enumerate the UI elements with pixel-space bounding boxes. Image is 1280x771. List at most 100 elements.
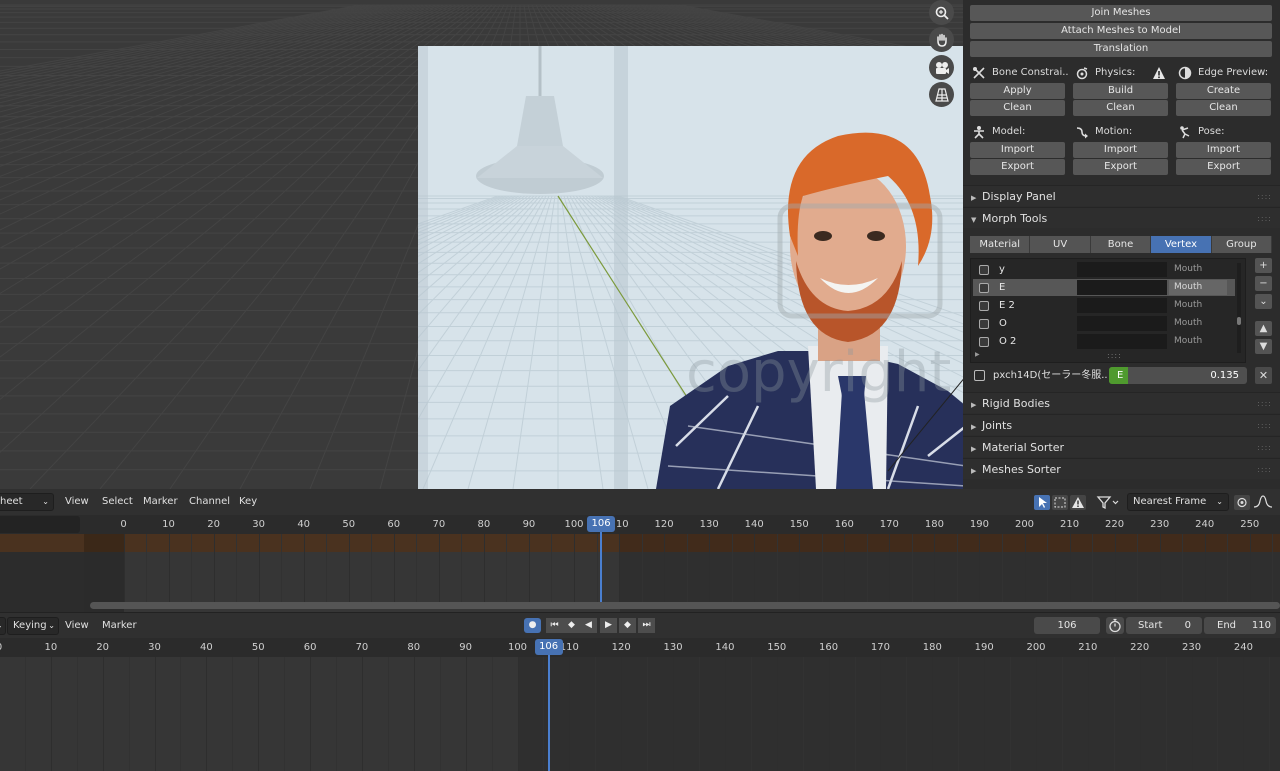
dopesheet-frame-ruler[interactable]: 0 10 20 30 40 50 60 70 80 90 100 110 120 130 140 150 160… bbox=[0, 515, 1280, 534]
list-scrollbar[interactable] bbox=[1237, 263, 1241, 353]
edge-preview-clean-button[interactable]: Clean bbox=[1176, 100, 1271, 116]
pose-import-button[interactable]: Import bbox=[1176, 142, 1271, 158]
translation-button[interactable]: Translation bbox=[970, 41, 1272, 57]
jump-start-icon[interactable]: ⏮ bbox=[546, 618, 563, 633]
tab-uv[interactable]: UV bbox=[1030, 236, 1091, 253]
remove-morph-button[interactable]: − bbox=[1255, 276, 1272, 291]
model-import-button[interactable]: Import bbox=[970, 142, 1065, 158]
meshes-sorter-section[interactable]: ▶ Meshes Sorter :::: bbox=[963, 458, 1280, 479]
display-panel-section[interactable]: ▶ Display Panel :::: bbox=[963, 185, 1280, 206]
filter-icon[interactable] bbox=[1096, 494, 1122, 510]
morph-row[interactable]: O Mouth bbox=[973, 315, 1235, 332]
morph-value-field[interactable] bbox=[1077, 334, 1167, 349]
drag-grip-icon[interactable]: :::: bbox=[1257, 415, 1272, 436]
physics-build-button[interactable]: Build bbox=[1073, 83, 1168, 99]
snap-mode-dropdown[interactable]: Nearest Frame ⌄ bbox=[1127, 493, 1229, 511]
motion-export-button[interactable]: Export bbox=[1073, 159, 1168, 175]
morph-row[interactable]: O 2 Mouth bbox=[973, 333, 1235, 350]
list-resize-grip-icon[interactable]: :::: bbox=[1107, 351, 1122, 360]
tab-material[interactable]: Material bbox=[970, 236, 1031, 253]
morph-tools-section[interactable]: ▼ Morph Tools :::: bbox=[963, 207, 1280, 228]
physics-clean-button[interactable]: Clean bbox=[1073, 100, 1168, 116]
next-keyframe-icon[interactable]: ◆ bbox=[619, 618, 636, 633]
drag-grip-icon[interactable]: :::: bbox=[1257, 186, 1272, 207]
prev-keyframe-icon[interactable]: ◆ bbox=[563, 618, 580, 633]
morph-checkbox[interactable] bbox=[979, 283, 989, 293]
menu-view[interactable]: View bbox=[65, 489, 89, 515]
pose-export-button[interactable]: Export bbox=[1176, 159, 1271, 175]
menu-key[interactable]: Key bbox=[239, 489, 257, 515]
material-sorter-section[interactable]: ▶ Material Sorter :::: bbox=[963, 436, 1280, 457]
morph-row[interactable]: y Mouth bbox=[973, 261, 1235, 278]
list-expand-arrow-icon[interactable]: ▶ bbox=[975, 351, 980, 358]
morph-checkbox[interactable] bbox=[979, 319, 989, 329]
tab-vertex[interactable]: Vertex bbox=[1151, 236, 1212, 253]
move-down-button[interactable]: ▼ bbox=[1255, 339, 1272, 354]
joints-section[interactable]: ▶ Joints :::: bbox=[963, 414, 1280, 435]
drag-grip-icon[interactable]: :::: bbox=[1257, 208, 1272, 229]
horizontal-scrollbar[interactable] bbox=[90, 602, 1280, 609]
start-frame-field[interactable]: Start 0 bbox=[1126, 617, 1202, 634]
morph-value-field[interactable] bbox=[1077, 316, 1167, 331]
zoom-icon[interactable] bbox=[929, 0, 954, 25]
editor-type-dropdown[interactable]: ⌄ bbox=[0, 617, 6, 635]
model-export-button[interactable]: Export bbox=[970, 159, 1065, 175]
morph-row-selected[interactable]: E Mouth bbox=[973, 279, 1235, 296]
timeline-playhead-badge[interactable]: 106 bbox=[534, 639, 563, 655]
morph-category[interactable]: Mouth bbox=[1169, 334, 1227, 349]
warning-icon[interactable] bbox=[1070, 495, 1086, 510]
falloff-curve-icon[interactable] bbox=[1252, 494, 1278, 510]
dopesheet-playhead-line[interactable] bbox=[600, 525, 603, 602]
ortho-grid-icon[interactable] bbox=[929, 82, 954, 107]
shape-key-value-slider[interactable]: E 0.135 bbox=[1109, 367, 1247, 384]
morph-value-field[interactable] bbox=[1077, 262, 1167, 277]
select-cursor-icon[interactable] bbox=[1034, 495, 1050, 510]
play-icon[interactable]: ▶ bbox=[600, 618, 617, 633]
morph-category-dropdown[interactable]: Mouth bbox=[1169, 280, 1227, 295]
end-frame-field[interactable]: End 110 bbox=[1204, 617, 1276, 634]
morph-category[interactable]: Mouth bbox=[1169, 298, 1227, 313]
stopwatch-icon[interactable] bbox=[1106, 617, 1124, 634]
attach-meshes-button[interactable]: Attach Meshes to Model bbox=[970, 23, 1272, 39]
morph-row[interactable]: E 2 Mouth bbox=[973, 297, 1235, 314]
morph-value-field[interactable] bbox=[1077, 280, 1167, 295]
drag-grip-icon[interactable]: :::: bbox=[1257, 437, 1272, 458]
timeline-frame-ruler[interactable]: 0 10 20 30 40 50 60 70 80 90 100 110 120 130 140 150 160… bbox=[0, 638, 1280, 657]
menu-marker[interactable]: Marker bbox=[143, 489, 178, 515]
tab-group[interactable]: Group bbox=[1211, 236, 1273, 253]
camera-view-icon[interactable] bbox=[929, 55, 954, 80]
morph-value-field[interactable] bbox=[1077, 298, 1167, 313]
channel-search-field[interactable] bbox=[0, 516, 80, 533]
menu-channel[interactable]: Channel bbox=[189, 489, 230, 515]
morph-checkbox[interactable] bbox=[979, 337, 989, 347]
bone-constraints-clean-button[interactable]: Clean bbox=[970, 100, 1065, 116]
current-frame-field[interactable]: 106 bbox=[1034, 617, 1100, 634]
box-select-icon[interactable] bbox=[1052, 495, 1068, 510]
add-morph-button[interactable]: + bbox=[1255, 258, 1272, 273]
proportional-editing-icon[interactable] bbox=[1234, 495, 1250, 510]
close-icon[interactable]: ✕ bbox=[1255, 367, 1272, 384]
morph-category[interactable]: Mouth bbox=[1169, 316, 1227, 331]
morph-menu-button[interactable]: ⌄ bbox=[1255, 294, 1272, 309]
rigid-bodies-section[interactable]: ▶ Rigid Bodies :::: bbox=[963, 392, 1280, 413]
menu-select[interactable]: Select bbox=[102, 489, 133, 515]
dopesheet-channel-list[interactable] bbox=[0, 552, 84, 612]
join-meshes-button[interactable]: Join Meshes bbox=[970, 5, 1272, 21]
morph-list[interactable]: y Mouth E Mouth E 2 Mouth O Mouth O 2 Mo… bbox=[970, 258, 1246, 363]
record-icon[interactable]: ● bbox=[524, 618, 541, 633]
play-reverse-icon[interactable]: ◀ bbox=[580, 618, 597, 633]
tab-bone[interactable]: Bone bbox=[1090, 236, 1152, 253]
keying-dropdown[interactable]: Keying ⌄ bbox=[7, 617, 59, 635]
morph-category[interactable]: Mouth bbox=[1169, 262, 1227, 277]
morph-checkbox[interactable] bbox=[979, 301, 989, 311]
timeline-menu-view[interactable]: View bbox=[65, 613, 89, 639]
timeline-menu-marker[interactable]: Marker bbox=[102, 613, 137, 639]
jump-end-icon[interactable]: ⏭ bbox=[638, 618, 655, 633]
move-up-button[interactable]: ▲ bbox=[1255, 321, 1272, 336]
edge-preview-create-button[interactable]: Create bbox=[1176, 83, 1271, 99]
drag-grip-icon[interactable]: :::: bbox=[1257, 393, 1272, 414]
shape-key-checkbox[interactable] bbox=[974, 370, 985, 381]
morph-checkbox[interactable] bbox=[979, 265, 989, 275]
hand-pan-icon[interactable] bbox=[929, 27, 954, 52]
dopesheet-playhead-badge[interactable]: 106 bbox=[587, 516, 616, 532]
